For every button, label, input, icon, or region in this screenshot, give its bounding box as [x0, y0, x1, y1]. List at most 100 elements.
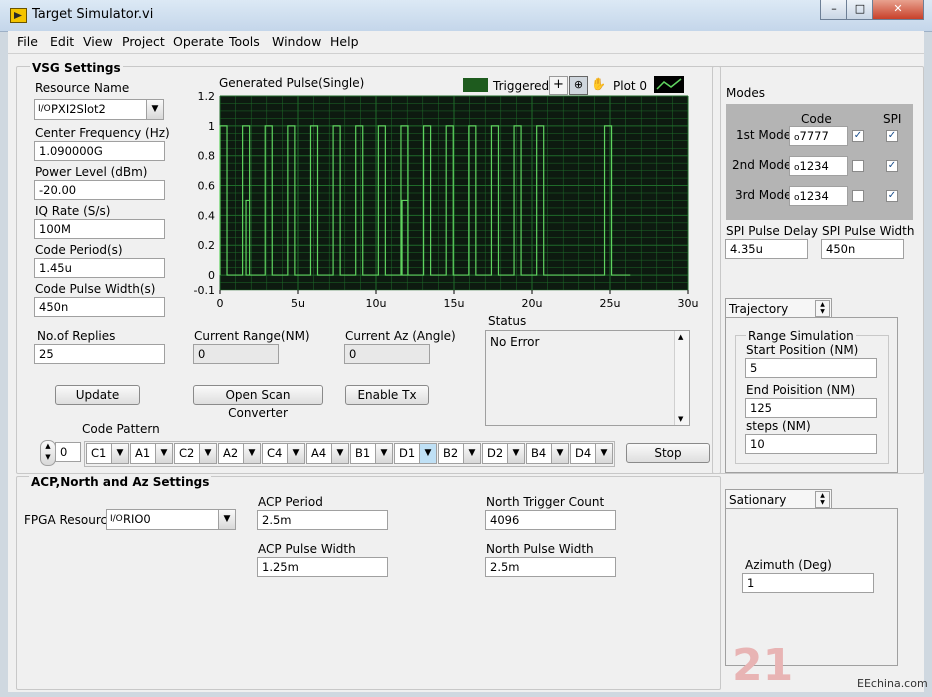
chevron-down-icon[interactable]: ▼: [155, 444, 172, 463]
pulse-chart: 1.210.80.60.40.20-0.1 0 5u 10u 15u 20u 25u 30u: [194, 90, 699, 310]
code-pattern-item[interactable]: A1 ▼: [130, 443, 173, 464]
enable-tx-button[interactable]: Enable Tx: [345, 385, 429, 405]
minimize-button[interactable]: –: [820, 0, 848, 20]
update-button[interactable]: Update: [55, 385, 140, 405]
maximize-button[interactable]: □: [846, 0, 874, 20]
close-button[interactable]: ✕: [872, 0, 924, 20]
code-pattern-item[interactable]: C4 ▼: [262, 443, 305, 464]
mode-2-spi-checkbox[interactable]: ✓: [886, 160, 898, 172]
start-position-field[interactable]: 5: [745, 358, 877, 378]
menu-project[interactable]: Project: [122, 34, 165, 49]
code-pattern-item[interactable]: A4 ▼: [306, 443, 349, 464]
code-pattern-item[interactable]: B1 ▼: [350, 443, 393, 464]
chevron-down-icon[interactable]: ▼: [199, 444, 216, 463]
code-period-label: Code Period(s): [35, 243, 123, 257]
replies-field[interactable]: 25: [34, 344, 165, 364]
azimuth-field[interactable]: 1: [742, 573, 874, 593]
code-period-field[interactable]: 1.45u: [34, 258, 165, 278]
end-position-field[interactable]: 125: [745, 398, 877, 418]
steps-field[interactable]: 10: [745, 434, 877, 454]
code-pattern-value: A1: [135, 446, 151, 460]
code-pulse-width-label: Code Pulse Width(s): [35, 282, 156, 296]
chevron-down-icon[interactable]: ▼: [375, 444, 392, 463]
acp-pulse-width-field[interactable]: 1.25m: [257, 557, 388, 577]
mode-1-code-value: 7777: [799, 129, 829, 143]
mode-2-code-field[interactable]: o1234: [789, 156, 848, 176]
code-pattern-item[interactable]: C1 ▼: [86, 443, 129, 464]
open-scan-converter-button[interactable]: Open Scan Converter: [193, 385, 323, 420]
title-bar: Target Simulator.vi – □ ✕: [0, 0, 932, 32]
menu-file[interactable]: File: [17, 34, 38, 49]
status-scrollbar[interactable]: ▲ ▼: [674, 331, 689, 425]
acp-pulse-width-label: ACP Pulse Width: [258, 542, 356, 556]
resource-io-icon: I/O: [38, 104, 51, 114]
code-pulse-width-field[interactable]: 450n: [34, 297, 165, 317]
code-pattern-item[interactable]: B4 ▼: [526, 443, 569, 464]
chevron-down-icon[interactable]: ▼: [595, 444, 612, 463]
chevron-down-icon[interactable]: ▼: [287, 444, 304, 463]
fpga-resource-select[interactable]: I/O RIO0 ▼: [106, 509, 236, 530]
code-pattern-item[interactable]: D1 ▼: [394, 443, 437, 464]
chevron-down-icon[interactable]: ▼: [463, 444, 480, 463]
y-tick-label: -0.1: [194, 284, 215, 297]
menu-edit[interactable]: Edit: [50, 34, 74, 49]
mode-3-code-field[interactable]: o1234: [789, 186, 848, 206]
mode-1-checkbox[interactable]: ✓: [852, 130, 864, 142]
center-freq-field[interactable]: 1.090000G: [34, 141, 165, 161]
chevron-down-icon[interactable]: ▼: [111, 444, 128, 463]
mode-1-spi-checkbox[interactable]: ✓: [886, 130, 898, 142]
chevron-down-icon[interactable]: ▼: [419, 444, 436, 463]
spi-width-field[interactable]: 450n: [821, 239, 904, 259]
north-pulse-width-field[interactable]: 2.5m: [485, 557, 616, 577]
chevron-down-icon[interactable]: ▼: [331, 444, 348, 463]
x-tick-label: 20u: [522, 297, 543, 310]
current-az-field: 0: [344, 344, 430, 364]
center-freq-label: Center Frequency (Hz): [35, 126, 170, 140]
y-tick-label: 0.6: [198, 180, 216, 193]
mode-1-code-field[interactable]: o7777: [789, 126, 848, 146]
menu-help[interactable]: Help: [330, 34, 359, 49]
x-tick-label: 5u: [291, 297, 305, 310]
scroll-down-icon[interactable]: ▼: [678, 415, 683, 423]
menu-view[interactable]: View: [83, 34, 113, 49]
spi-delay-field[interactable]: 4.35u: [725, 239, 808, 259]
code-pattern-item[interactable]: C2 ▼: [174, 443, 217, 464]
chevron-down-icon[interactable]: ▼: [551, 444, 568, 463]
trajectory-tab-stepper[interactable]: ▲ ▼: [815, 300, 830, 317]
chevron-down-icon[interactable]: ▼: [243, 444, 260, 463]
iq-rate-field[interactable]: 100M: [34, 219, 165, 239]
stationary-tab-stepper[interactable]: ▲ ▼: [815, 491, 830, 508]
pattern-index-field[interactable]: 0: [55, 442, 81, 462]
mode-2-checkbox[interactable]: [852, 160, 864, 172]
code-pattern-value: C2: [179, 446, 195, 460]
watermark-site: EEchina.com: [857, 677, 928, 690]
resource-select[interactable]: I/O PXI2Slot2 ▼: [34, 99, 164, 120]
current-range-field: 0: [193, 344, 279, 364]
menu-operate[interactable]: Operate: [173, 34, 224, 49]
power-level-field[interactable]: -20.00: [34, 180, 165, 200]
acp-period-field[interactable]: 2.5m: [257, 510, 388, 530]
code-pattern-item[interactable]: A2 ▼: [218, 443, 261, 464]
status-label: Status: [488, 314, 527, 328]
replies-label: No.of Replies: [37, 329, 116, 343]
mode-3-spi-checkbox[interactable]: ✓: [886, 190, 898, 202]
x-tick-label: 10u: [366, 297, 387, 310]
acp-period-label: ACP Period: [258, 495, 323, 509]
x-tick-label: 0: [217, 297, 224, 310]
fpga-resource-value: RIO0: [123, 512, 151, 526]
scroll-up-icon[interactable]: ▲: [678, 333, 683, 341]
code-pattern-item[interactable]: B2 ▼: [438, 443, 481, 464]
menu-tools[interactable]: Tools: [229, 34, 260, 49]
chevron-down-icon[interactable]: ▼: [218, 510, 235, 529]
code-pattern-item[interactable]: D2 ▼: [482, 443, 525, 464]
mode-3-checkbox[interactable]: [852, 190, 864, 202]
chevron-down-icon[interactable]: ▼: [146, 100, 163, 119]
north-trigger-count-field[interactable]: 4096: [485, 510, 616, 530]
stop-button[interactable]: Stop: [626, 443, 710, 463]
code-pattern-item[interactable]: D4 ▼: [570, 443, 613, 464]
code-pattern-value: A2: [223, 446, 239, 460]
north-pulse-width-label: North Pulse Width: [486, 542, 594, 556]
menu-window[interactable]: Window: [272, 34, 321, 49]
pattern-index-stepper[interactable]: ▲ ▼: [40, 440, 56, 466]
chevron-down-icon[interactable]: ▼: [507, 444, 524, 463]
